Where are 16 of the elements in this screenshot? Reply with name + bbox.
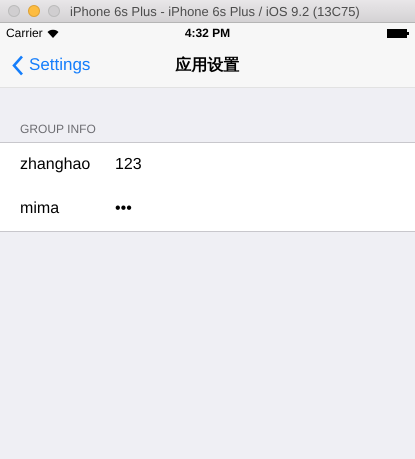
close-button[interactable] [8, 5, 20, 17]
wifi-icon [46, 28, 59, 38]
field-value[interactable]: ••• [115, 200, 132, 218]
row-label: zhanghao [20, 156, 92, 174]
chevron-left-icon [12, 54, 24, 76]
minimize-button[interactable] [28, 5, 40, 17]
zoom-button[interactable] [48, 5, 60, 17]
section-header: GROUP INFO [19, 122, 97, 138]
back-button[interactable]: Settings [0, 54, 90, 76]
nav-title: 应用设置 [176, 55, 240, 76]
clock: 4:32 PM [184, 26, 230, 40]
row-label: mima [20, 200, 60, 218]
battery-icon [386, 28, 409, 38]
field-value[interactable]: 123 [115, 156, 142, 174]
window-title: iPhone 6s Plus - iPhone 6s Plus / iOS 9.2 (13C75) [70, 4, 360, 18]
carrier-label: Carrier [6, 26, 43, 40]
